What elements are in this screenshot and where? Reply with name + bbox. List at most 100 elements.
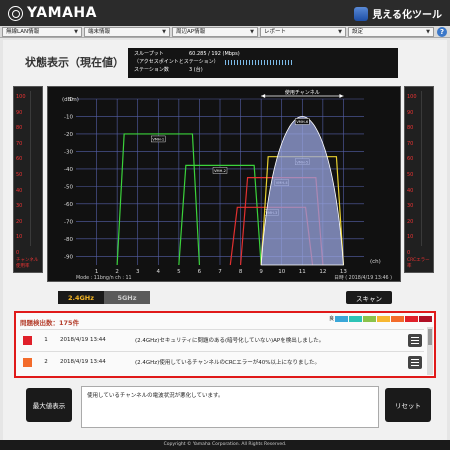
status-message-box: 使用しているチャンネルの電波状況が悪化しています。: [81, 386, 379, 428]
crc-error-gauge: 100 90 80 70 60 50 40 30 20 10 0 CRCエラー率: [404, 86, 434, 273]
legend-label: 良: [328, 316, 334, 322]
scrollbar-thumb[interactable]: [428, 329, 432, 345]
band-tab-2-4ghz[interactable]: 2.4GHz: [58, 291, 104, 304]
y-tick-label: -10: [64, 114, 73, 120]
x-tick-label: 5: [177, 269, 181, 275]
tab-settings[interactable]: 設定 ▼: [348, 26, 434, 37]
access-point-row: （アクセスポイントとステーション）: [134, 58, 392, 66]
gauge-tick: 40: [16, 187, 23, 194]
issue-number: 1: [44, 337, 48, 343]
severity-indicator: [23, 335, 32, 345]
tuning-fork-icon: [8, 5, 23, 21]
tab-label: レポート: [264, 28, 287, 35]
gauge-caption: CRCエラー率: [407, 258, 430, 269]
issue-time: 2018/4/19 13:44: [60, 337, 106, 343]
chevron-down-icon: ▼: [250, 28, 254, 35]
access-point-label: （アクセスポイントとステーション）: [134, 59, 219, 65]
gauge-tick: 10: [407, 234, 414, 241]
reset-button[interactable]: リセット: [385, 388, 431, 422]
gauge-tick: 80: [407, 125, 414, 132]
tab-nearby-ap-info[interactable]: 周辺AP情報 ▼: [172, 26, 258, 37]
spectrum-svg: 0-10-20-30-40-50-60-70-80-901 2 3 4 5 6 7 8 9 10 1…: [62, 89, 392, 281]
tab-wireless-lan-info[interactable]: 無線LAN情報 ▼: [2, 26, 82, 37]
legend-swatch: [349, 315, 362, 322]
tab-label: 設定: [352, 28, 364, 35]
scan-button[interactable]: スキャン: [346, 291, 392, 304]
gauge-tick: 40: [407, 187, 414, 194]
x-tick-label: 7: [218, 269, 222, 275]
details-icon[interactable]: [408, 333, 422, 347]
throughput-value: 60.285 / 192 (Mbps): [189, 51, 240, 57]
x-axis-label: (ch): [370, 259, 381, 265]
band-tab-5ghz[interactable]: 5GHz: [104, 291, 150, 304]
tab-label: 無線LAN情報: [6, 28, 40, 35]
gauge-tick: 60: [407, 156, 414, 163]
x-tick-label: 4: [157, 269, 161, 275]
main-nav: 無線LAN情報 ▼ 端末情報 ▼ 周辺AP情報 ▼ レポート ▼ 設定 ▼ ?: [0, 26, 450, 38]
gauge-tick: 80: [16, 125, 23, 132]
chart-date-text: 日時 ( 2018/4/19 13:46 ): [334, 275, 392, 281]
issue-message: (2.4GHz)セキュリティに問題のある(暗号化していない)APを検出しました。: [135, 338, 325, 344]
chevron-down-icon: ▼: [74, 28, 78, 35]
status-message: 使用しているチャンネルの電波状況が悪化しています。: [87, 393, 224, 399]
tab-terminal-info[interactable]: 端末情報 ▼: [84, 26, 170, 37]
issues-scrollbar[interactable]: [427, 327, 433, 375]
gauge-tick: 20: [16, 218, 23, 225]
tab-label: 周辺AP情報: [176, 28, 206, 35]
y-tick-label: -90: [64, 254, 73, 260]
y-tick-label: -30: [64, 149, 73, 155]
x-tick-label: 13: [340, 269, 347, 275]
gauge-tick: 30: [16, 203, 23, 210]
issues-count: 問題検出数：175件: [20, 318, 80, 327]
gauge-tick: 70: [16, 140, 23, 147]
app-title-text: 見える化ツール: [372, 10, 442, 21]
chevron-down-icon: ▼: [426, 28, 430, 35]
issue-row[interactable]: 2 2018/4/19 13:44 (2.4GHz)使用しているチャンネルのCR…: [20, 351, 424, 372]
gauge-ticks: 100 90 80 70 60 50 40 30 20 10 0: [407, 90, 417, 262]
series-curve: [260, 116, 344, 266]
copyright-footer: Copyright © Yamaha Corporation. All Righ…: [0, 440, 450, 450]
legend-swatch: [391, 315, 404, 322]
x-tick-label: 9: [259, 269, 263, 275]
chevron-down-icon: ▼: [162, 28, 166, 35]
app-header: YAMAHA 見える化ツール: [0, 0, 450, 26]
gauge-tick: 30: [407, 203, 414, 210]
gauge-tick: 90: [407, 109, 414, 116]
chart-mode-text: Mode : 11bng/n ch : 11: [76, 275, 132, 281]
gauge-tick: 70: [407, 140, 414, 147]
x-tick-label: 6: [198, 269, 202, 275]
stations-label: ステーション数: [134, 67, 169, 73]
page-title: 状態表示（現在値）: [25, 56, 124, 69]
visualize-tool-icon: [354, 6, 369, 21]
series-label: VMH-2: [214, 169, 226, 173]
gauge-tick: 20: [407, 218, 414, 225]
y-tick-label: -50: [64, 184, 73, 190]
gauge-tick: 10: [16, 234, 23, 241]
issue-row[interactable]: 1 2018/4/19 13:44 (2.4GHz)セキュリティに問題のある(暗…: [20, 329, 424, 350]
y-tick-label: -60: [64, 202, 73, 208]
detected-issues-panel: 問題検出数：175件 良 1 2018/4/19 13:44 (2.4GHz)セ…: [14, 311, 436, 378]
legend-swatch: [377, 315, 390, 322]
brand-name: YAMAHA: [27, 5, 97, 21]
show-max-values-button[interactable]: 最大値表示: [26, 388, 72, 422]
channel-spectrum-chart: 0 -10 -20 -30 -40 -50 -60 -70 -80 -90 1 2 3 4 5 6 7 8 9 10 1…: [47, 86, 401, 282]
legend-swatch: [363, 315, 376, 322]
gauge-tick: 50: [407, 171, 414, 178]
stations-value: 3 (台): [189, 67, 203, 73]
gauge-tick: 90: [16, 109, 23, 116]
y-tick-label: -80: [64, 237, 73, 243]
y-tick-label: -70: [64, 219, 73, 225]
gauge-tick: 50: [16, 171, 23, 178]
help-icon[interactable]: ?: [437, 27, 447, 37]
channel-usage-gauge: 100 90 80 70 60 50 40 30 20 10 0 チャンネル使用…: [13, 86, 43, 273]
tab-label: 端末情報: [88, 28, 111, 35]
x-tick-label: 11: [299, 269, 306, 275]
tab-report[interactable]: レポート ▼: [260, 26, 346, 37]
issue-number: 2: [44, 359, 48, 365]
series-label: VMH-6: [296, 120, 309, 124]
gauge-ticks: 100 90 80 70 60 50 40 30 20 10 0: [16, 90, 26, 262]
throughput-row: スループット 60.285 / 192 (Mbps): [134, 50, 392, 58]
gauge-caption: チャンネル使用率: [16, 258, 39, 269]
details-icon[interactable]: [408, 355, 422, 369]
x-tick-label: 1: [95, 269, 99, 275]
